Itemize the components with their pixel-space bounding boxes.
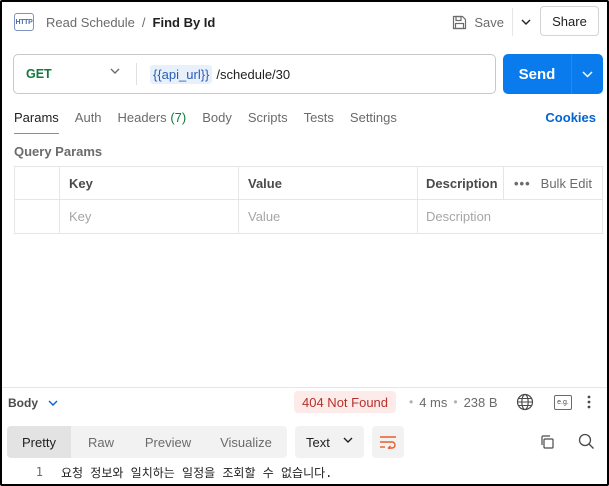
url-divider xyxy=(136,63,137,85)
query-params-table: Key Value Description ••• Bulk Edit Key … xyxy=(14,166,603,234)
tab-pretty[interactable]: Pretty xyxy=(7,426,71,458)
line-number: 1 xyxy=(35,465,43,479)
column-description: Description xyxy=(418,167,504,199)
tab-auth[interactable]: Auth xyxy=(75,110,102,134)
word-wrap-button[interactable] xyxy=(372,426,404,458)
search-icon[interactable] xyxy=(578,433,595,450)
save-button[interactable]: Save xyxy=(444,8,512,36)
column-value: Value xyxy=(239,167,418,199)
tab-visualize[interactable]: Visualize xyxy=(205,426,287,458)
send-options-button[interactable] xyxy=(572,70,603,78)
tab-params[interactable]: Params xyxy=(14,110,59,134)
response-line: 1 요청 정보와 일치하는 일정을 조회할 수 없습니다. xyxy=(2,462,333,482)
table-actions: ••• Bulk Edit xyxy=(504,167,602,199)
save-example-button[interactable]: e.g. xyxy=(554,395,572,410)
method-select[interactable]: GET xyxy=(14,55,126,93)
column-key: Key xyxy=(60,167,239,199)
breadcrumb-collection[interactable]: Read Schedule xyxy=(46,15,135,30)
globe-icon[interactable] xyxy=(516,393,534,411)
send-button[interactable]: Send xyxy=(503,66,571,83)
response-bar: Body 404 Not Found • 4 ms • 238 B e.g. xyxy=(2,387,607,417)
separator-dot: • xyxy=(453,395,458,409)
response-view-tabs: Pretty Raw Preview Visualize xyxy=(7,426,287,458)
key-input[interactable]: Key xyxy=(60,200,239,233)
chevron-down-icon xyxy=(343,437,353,443)
chevron-down-icon xyxy=(110,68,120,74)
url-input[interactable]: {{api_url}} /schedule/30 xyxy=(150,64,291,84)
description-input[interactable]: Description xyxy=(418,200,602,233)
format-select[interactable]: Text xyxy=(295,426,364,458)
chevron-down-icon xyxy=(521,19,531,25)
headers-count: (7) xyxy=(170,110,187,125)
app-window: HTTP Read Schedule / Find By Id Save Sha… xyxy=(0,0,609,486)
tab-body[interactable]: Body xyxy=(202,110,232,134)
row-checkbox-cell xyxy=(15,200,60,233)
format-label: Text xyxy=(306,434,330,450)
tab-headers-label: Headers xyxy=(117,110,167,125)
method-label: GET xyxy=(26,67,52,81)
save-icon xyxy=(453,15,467,29)
query-params-title: Query Params xyxy=(14,144,103,159)
response-metrics: • 4 ms • 238 B xyxy=(403,391,498,413)
share-button[interactable]: Share xyxy=(540,6,599,36)
copy-icon[interactable] xyxy=(539,434,555,450)
save-options-button[interactable] xyxy=(513,8,539,36)
response-body-label[interactable]: Body xyxy=(8,396,38,410)
status-badge[interactable]: 404 Not Found xyxy=(294,391,397,413)
breadcrumb-separator: / xyxy=(141,14,146,30)
wrap-lines-icon xyxy=(380,436,396,449)
url-path: /schedule/30 xyxy=(216,66,291,82)
save-group: Save xyxy=(444,8,539,36)
url-bar: GET {{api_url}} /schedule/30 xyxy=(13,54,496,94)
tab-preview[interactable]: Preview xyxy=(131,426,205,458)
response-size[interactable]: 238 B xyxy=(464,395,498,410)
more-options-icon[interactable] xyxy=(586,394,592,410)
send-divider xyxy=(571,54,572,94)
tab-scripts[interactable]: Scripts xyxy=(248,110,288,134)
save-label: Save xyxy=(474,14,504,30)
response-time[interactable]: 4 ms xyxy=(419,395,447,410)
url-variable[interactable]: {{api_url}} xyxy=(150,64,213,84)
separator-dot: • xyxy=(409,395,414,409)
request-title[interactable]: Find By Id xyxy=(153,15,216,30)
cookies-link[interactable]: Cookies xyxy=(545,110,596,125)
table-header-row: Key Value Description ••• Bulk Edit xyxy=(15,167,602,200)
bulk-edit-button[interactable]: Bulk Edit xyxy=(541,176,592,191)
more-options-icon[interactable]: ••• xyxy=(514,176,531,191)
tab-settings[interactable]: Settings xyxy=(350,110,397,134)
chevron-down-icon xyxy=(582,70,593,78)
tab-tests[interactable]: Tests xyxy=(304,110,334,134)
table-row: Key Value Description xyxy=(15,200,602,233)
tab-headers[interactable]: Headers (7) xyxy=(118,110,187,134)
select-column xyxy=(15,167,60,199)
response-text: 요청 정보와 일치하는 일정을 조회할 수 없습니다. xyxy=(61,465,333,480)
send-button-group: Send xyxy=(503,54,603,94)
chevron-down-icon[interactable] xyxy=(48,400,58,406)
http-request-icon: HTTP xyxy=(14,13,34,31)
value-input[interactable]: Value xyxy=(239,200,418,233)
request-tabs: Params Auth Headers (7) Body Scripts Tes… xyxy=(14,110,607,134)
tab-raw[interactable]: Raw xyxy=(71,426,131,458)
